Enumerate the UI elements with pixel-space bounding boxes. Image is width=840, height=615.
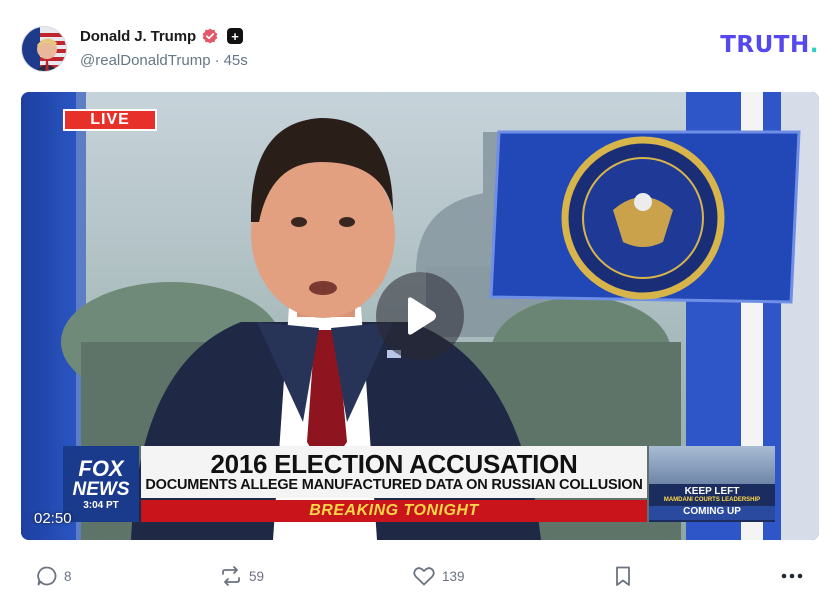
post-actions: 8 59 139 [0,560,840,592]
like-icon [413,567,435,586]
author-row: Donald J. Trump + [80,26,244,46]
plus-icon[interactable]: + [227,28,244,44]
retruth-count: 59 [249,568,265,584]
more-icon [781,573,803,579]
author-handle[interactable]: @realDonaldTrump [80,52,211,69]
bookmark-icon [616,566,630,586]
chyron-subheadline: DOCUMENTS ALLEGE MANUFACTURED DATA ON RU… [145,477,643,493]
play-button[interactable] [376,272,464,360]
post-header: Donald J. Trump + @realDonaldTrump · 45s… [0,0,840,90]
reply-icon [37,566,57,586]
play-icon [408,297,436,335]
post-time[interactable]: 45s [224,52,248,69]
video-player[interactable]: LIVE FOX NEWS 3:04 PT 2016 ELECTION ACCU… [21,92,819,540]
avatar[interactable] [21,26,67,72]
truth-logo[interactable]: TRUTH. [720,32,819,58]
bookmark-button[interactable] [613,560,633,592]
chyron-headline: 2016 ELECTION ACCUSATION [210,449,578,479]
reply-button[interactable]: 8 [36,560,72,592]
video-duration: 02:50 [34,510,72,527]
retruth-button[interactable]: 59 [219,560,264,592]
post-meta: @realDonaldTrump · 45s [80,52,248,69]
breaking-label: BREAKING TONIGHT [309,502,479,519]
promo-title: KEEP LEFT [684,486,740,497]
reply-count: 8 [64,568,72,584]
logo-dot: . [809,32,819,58]
network-time: 3:04 PT [83,499,119,511]
like-button[interactable]: 139 [412,560,465,592]
promo-image [649,446,775,484]
retruth-icon [222,566,240,586]
more-button[interactable] [780,560,804,592]
meta-separator: · [214,52,220,69]
network-bottom: NEWS [72,478,130,500]
promo-box: KEEP LEFT MAMDANI COURTS LEADERSHIP COMI… [649,446,775,522]
live-badge: LIVE [63,109,157,131]
logo-text: TRUTH [720,32,810,58]
like-count: 139 [442,568,465,584]
news-chyron: FOX NEWS 3:04 PT 2016 ELECTION ACCUSATIO… [63,446,775,522]
headline-box: 2016 ELECTION ACCUSATION DOCUMENTS ALLEG… [141,446,647,498]
author-name[interactable]: Donald J. Trump [80,28,196,45]
breaking-bar: BREAKING TONIGHT [141,500,647,522]
promo-subtitle: MAMDANI COURTS LEADERSHIP [663,497,761,503]
network-top: FOX [78,455,124,481]
promo-tag: COMING UP [649,506,775,520]
network-logo: FOX NEWS 3:04 PT [63,446,139,522]
verified-icon [202,28,218,44]
